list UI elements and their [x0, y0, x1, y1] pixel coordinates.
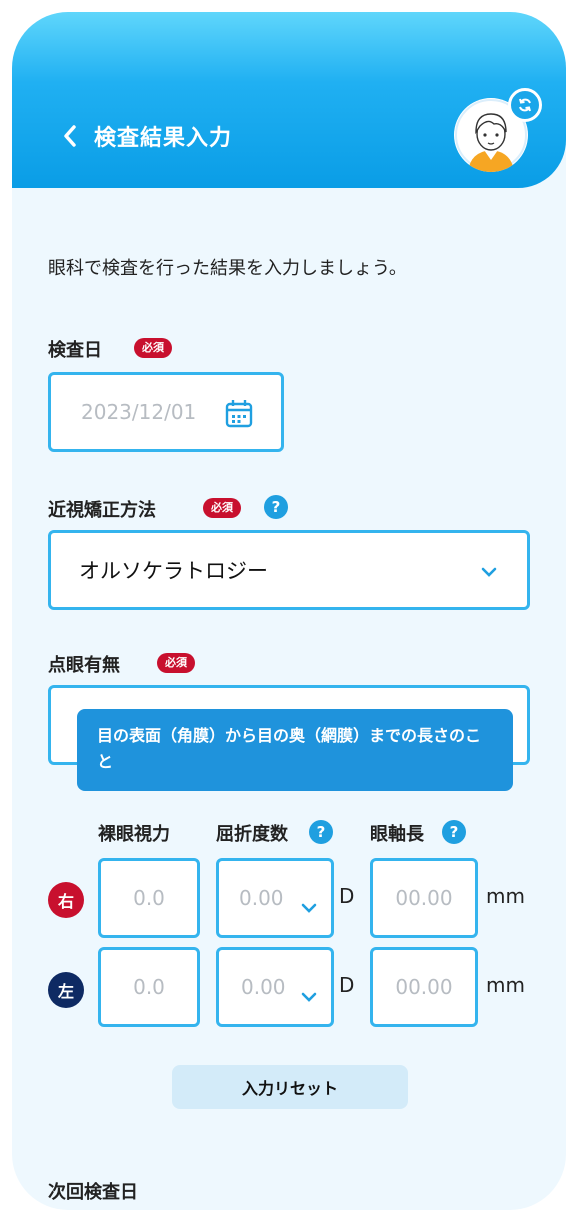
unit-diopter: D: [339, 973, 355, 997]
required-badge: 必須: [203, 498, 241, 518]
right-eye-badge: 右: [48, 882, 84, 918]
intro-text: 眼科で検査を行った結果を入力しましょう。: [48, 258, 407, 279]
help-icon[interactable]: ?: [264, 495, 288, 519]
correction-value: オルソケラトロジー: [79, 559, 268, 583]
left-axial-value: 00.00: [395, 975, 453, 999]
left-vision-value: 0.0: [133, 975, 165, 999]
header-bar: 検査結果入力: [12, 12, 566, 188]
unit-mm: mm: [486, 973, 525, 997]
unit-diopter: D: [339, 884, 355, 908]
help-icon[interactable]: ?: [309, 820, 333, 844]
exam-date-label: 検査日: [48, 340, 102, 361]
left-refraction-select[interactable]: 0.00: [216, 947, 334, 1027]
unit-mm: mm: [486, 884, 525, 908]
right-axial-value: 00.00: [395, 886, 453, 910]
app-screen: 検査結果入力 眼科で検査を行った結果を入力しましょう。 検査日 必須 2023/…: [12, 12, 566, 1210]
chevron-down-icon: [481, 563, 497, 582]
correction-select[interactable]: オルソケラトロジー: [48, 530, 530, 610]
required-badge: 必須: [157, 653, 195, 673]
right-vision-value: 0.0: [133, 886, 165, 910]
right-vision-input[interactable]: 0.0: [98, 858, 200, 938]
sync-icon[interactable]: [508, 88, 542, 122]
exam-date-value: 2023/12/01: [81, 400, 197, 424]
page-title: 検査結果入力: [94, 126, 233, 151]
chevron-down-icon: [301, 895, 317, 919]
left-axial-input[interactable]: 00.00: [370, 947, 478, 1027]
axial-length-tooltip: 目の表面（角膜）から目の奥（網膜）までの長さのこと: [77, 709, 513, 791]
col-vision-header: 裸眼視力: [98, 824, 170, 845]
required-badge: 必須: [134, 338, 172, 358]
right-axial-input[interactable]: 00.00: [370, 858, 478, 938]
col-axial-header: 眼軸長: [370, 824, 424, 845]
correction-label: 近視矯正方法: [48, 500, 156, 521]
chevron-down-icon: [301, 984, 317, 1008]
right-refraction-value: 0.00: [239, 886, 284, 910]
left-eye-badge: 左: [48, 972, 84, 1008]
reset-button[interactable]: 入力リセット: [172, 1065, 408, 1109]
right-refraction-select[interactable]: 0.00: [216, 858, 334, 938]
col-refraction-header: 屈折度数: [216, 824, 288, 845]
eyedrops-label: 点眼有無: [48, 655, 120, 676]
calendar-icon[interactable]: [225, 399, 253, 433]
left-refraction-value: 0.00: [241, 975, 286, 999]
next-exam-label: 次回検査日: [48, 1182, 138, 1203]
back-chevron-icon[interactable]: [56, 122, 84, 150]
exam-date-field[interactable]: 2023/12/01: [48, 372, 284, 452]
left-vision-input[interactable]: 0.0: [98, 947, 200, 1027]
help-icon[interactable]: ?: [442, 820, 466, 844]
